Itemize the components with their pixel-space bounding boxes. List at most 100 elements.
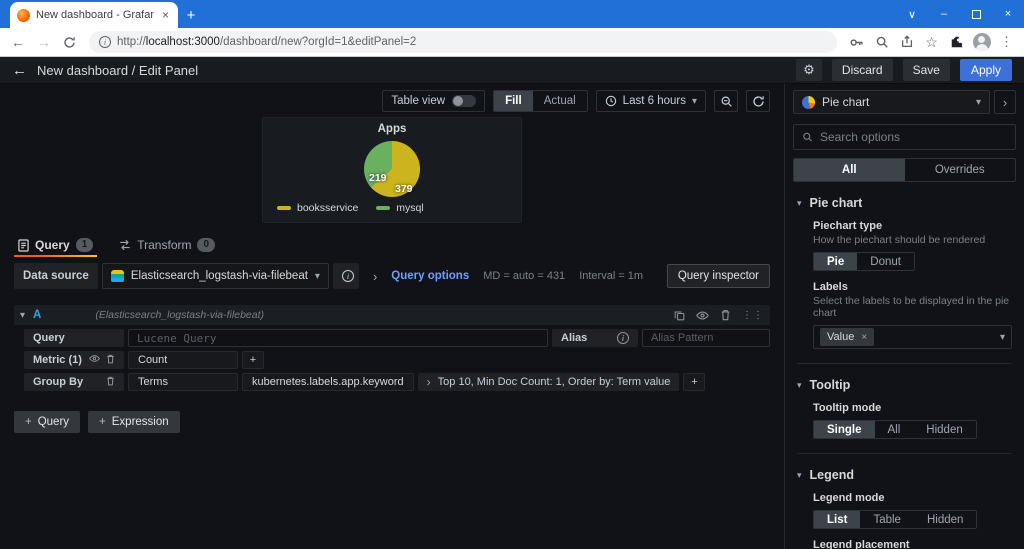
collapse-options-button[interactable]: › xyxy=(994,90,1016,114)
option-hidden[interactable]: Hidden xyxy=(914,511,976,528)
share-icon[interactable] xyxy=(897,33,916,52)
legend-item-mysql[interactable]: mysql xyxy=(376,202,423,214)
window-minimize-button[interactable]: – xyxy=(928,0,960,28)
bookmark-star-icon[interactable]: ☆ xyxy=(922,33,941,52)
section-tooltip[interactable]: ▾ Tooltip xyxy=(797,378,1012,392)
datasource-picker[interactable]: Elasticsearch_logstash-via-filebeat ▾ xyxy=(102,263,329,289)
tab-overrides[interactable]: Overrides xyxy=(905,159,1016,181)
duplicate-query-icon[interactable] xyxy=(674,310,685,321)
alias-pattern-input[interactable] xyxy=(642,329,770,347)
new-tab-button[interactable]: + xyxy=(178,3,204,27)
piechart-type-group: Pie Donut xyxy=(813,252,915,271)
add-metric-button[interactable]: + xyxy=(242,351,264,369)
query-options-chevron-icon[interactable]: › xyxy=(373,269,377,284)
option-pie[interactable]: Pie xyxy=(814,253,857,270)
time-range-label: Last 6 hours xyxy=(623,95,686,107)
tab-transform[interactable]: Transform 0 xyxy=(119,238,215,257)
group-by-field-select[interactable]: kubernetes.labels.app.keyword xyxy=(242,373,414,391)
tab-close-icon[interactable]: × xyxy=(160,8,171,22)
datasource-row: Data source Elasticsearch_logstash-via-f… xyxy=(0,263,784,289)
remove-tag-icon[interactable]: × xyxy=(861,332,867,343)
password-key-icon[interactable] xyxy=(847,33,866,52)
tab-all[interactable]: All xyxy=(794,159,905,181)
table-view-toggle[interactable] xyxy=(452,95,476,107)
add-group-by-button[interactable]: + xyxy=(683,373,705,391)
panel-settings-gear-icon[interactable]: ⚙ xyxy=(796,59,822,81)
extensions-puzzle-icon[interactable] xyxy=(947,33,966,52)
query-options-link[interactable]: Query options xyxy=(391,270,469,282)
metric-label: Metric (1) xyxy=(24,351,124,369)
disable-query-eye-icon[interactable] xyxy=(696,310,709,321)
refresh-button[interactable] xyxy=(746,90,770,112)
labels-desc: Select the labels to be displayed in the… xyxy=(813,295,1012,319)
query-inspector-button[interactable]: Query inspector xyxy=(667,264,770,288)
pie-slice-value-mysql: 219 xyxy=(369,172,387,184)
lucene-query-input[interactable] xyxy=(128,329,548,347)
avatar-icon xyxy=(973,33,991,51)
option-list[interactable]: List xyxy=(814,511,860,528)
option-table[interactable]: Table xyxy=(860,511,914,528)
query-a-collapse-icon[interactable]: ▾ xyxy=(20,310,25,321)
panel-preview[interactable]: Apps 379 219 booksservice xyxy=(262,117,522,223)
add-expression-button[interactable]: + Expression xyxy=(88,411,180,433)
tab-query[interactable]: Query 1 xyxy=(18,238,93,257)
fit-fill-option[interactable]: Fill xyxy=(494,91,533,111)
panel-back-icon[interactable]: ← xyxy=(12,62,27,79)
max-datapoints-summary: MD = auto = 431 xyxy=(483,270,565,282)
metric-type-select[interactable]: Count xyxy=(128,351,238,369)
section-legend[interactable]: ▾ Legend xyxy=(797,468,1012,482)
visualization-picker[interactable]: Pie chart ▾ xyxy=(793,90,990,114)
delete-query-trash-icon[interactable] xyxy=(720,309,731,321)
window-close-button[interactable]: × xyxy=(992,0,1024,28)
add-query-button[interactable]: + Query xyxy=(14,411,80,433)
browser-menu-icon[interactable]: ⋮ xyxy=(997,33,1016,52)
labels-label: Labels xyxy=(813,281,1012,293)
group-by-trash-icon[interactable] xyxy=(106,376,115,389)
legend-mode-group: List Table Hidden xyxy=(813,510,977,529)
pie-slice-value-booksservice: 379 xyxy=(395,183,413,195)
options-search-input[interactable] xyxy=(820,130,1007,144)
option-single[interactable]: Single xyxy=(814,421,875,438)
chart-legend: booksservice mysql xyxy=(263,202,521,222)
zoom-out-button[interactable] xyxy=(714,90,738,112)
legend-item-booksservice[interactable]: booksservice xyxy=(277,202,358,214)
query-row: Query Alias i xyxy=(24,329,770,347)
interval-summary: Interval = 1m xyxy=(579,270,643,282)
datasource-help-button[interactable]: i xyxy=(333,263,359,289)
options-search[interactable] xyxy=(793,124,1016,150)
window-chevron-icon[interactable]: ∨ xyxy=(896,0,928,28)
query-editor-rows: Query Alias i Metric (1) xyxy=(0,325,784,391)
option-all[interactable]: All xyxy=(875,421,914,438)
url-text: http://localhost:3000/dashboard/new?orgI… xyxy=(117,36,416,48)
search-icon xyxy=(802,131,813,143)
pie-chart-viz-icon xyxy=(802,96,815,109)
drag-handle-icon[interactable]: ⋮⋮ xyxy=(742,310,764,321)
time-range-picker[interactable]: Last 6 hours ▾ xyxy=(596,90,706,112)
save-button[interactable]: Save xyxy=(903,59,950,81)
metric-trash-icon[interactable] xyxy=(106,354,115,367)
fit-actual-option[interactable]: Actual xyxy=(533,91,587,111)
labels-caret-icon: ▾ xyxy=(1000,332,1005,343)
query-a-header[interactable]: ▾ A (Elasticsearch_logstash-via-filebeat… xyxy=(14,305,770,325)
profile-avatar[interactable] xyxy=(972,33,991,52)
group-by-type-select[interactable]: Terms xyxy=(128,373,238,391)
window-maximize-button[interactable] xyxy=(960,0,992,28)
discard-button[interactable]: Discard xyxy=(832,59,893,81)
apply-button[interactable]: Apply xyxy=(960,59,1012,81)
browser-tab[interactable]: New dashboard - Grafana × xyxy=(10,2,178,28)
zoom-icon[interactable] xyxy=(872,33,891,52)
section-pie-chart[interactable]: ▾ Pie chart xyxy=(797,196,1012,210)
back-icon[interactable]: ← xyxy=(8,34,28,50)
plus-icon: + xyxy=(99,416,106,428)
group-by-settings[interactable]: › Top 10, Min Doc Count: 1, Order by: Te… xyxy=(418,373,680,391)
option-donut[interactable]: Donut xyxy=(857,253,914,270)
piechart-type-label: Piechart type xyxy=(813,220,1012,232)
metric-eye-icon[interactable] xyxy=(89,354,100,367)
metric-row: Metric (1) xyxy=(24,351,770,369)
option-hidden[interactable]: Hidden xyxy=(913,421,975,438)
url-bar[interactable]: i http://localhost:3000/dashboard/new?or… xyxy=(89,31,837,53)
site-info-icon[interactable]: i xyxy=(99,36,111,48)
reload-icon[interactable] xyxy=(60,33,79,52)
labels-multiselect[interactable]: Value × ▾ xyxy=(813,325,1012,349)
pie-chart: 379 219 xyxy=(364,141,420,197)
